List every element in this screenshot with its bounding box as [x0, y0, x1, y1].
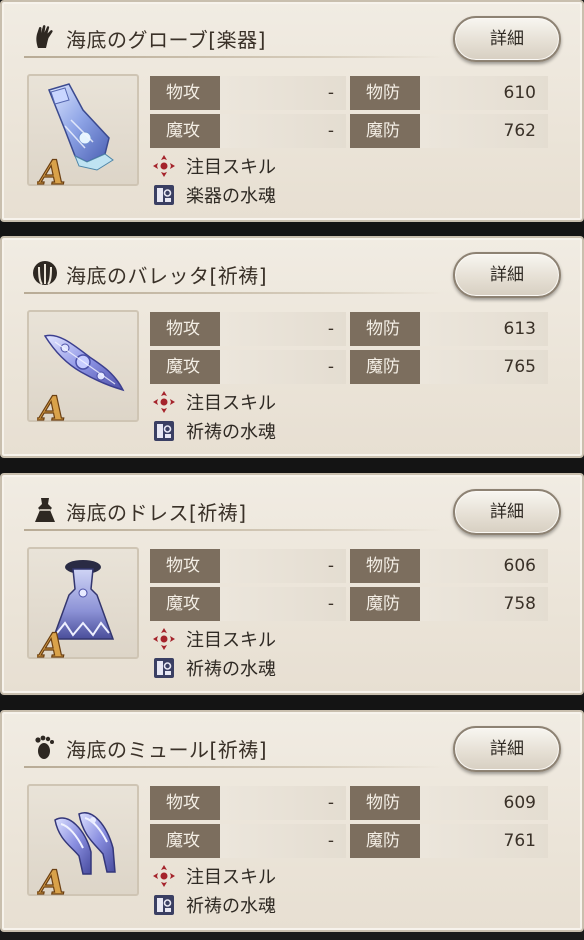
featured-skill-row: 注目スキル: [150, 151, 450, 179]
physical-defense-value: 606: [420, 549, 548, 583]
equipment-card: 海底のバレッタ[祈祷] 詳細 A 物攻 - 物防 613 魔攻 - 魔防 765…: [0, 236, 584, 458]
equipment-card: 海底のドレス[祈祷] 詳細 A 物攻 - 物防 606 魔攻 - 魔防 758 …: [0, 473, 584, 695]
card-header: 海底のドレス[祈祷]: [20, 489, 444, 531]
header-divider: [24, 56, 444, 58]
physical-defense-label: 物防: [350, 76, 420, 110]
detail-button[interactable]: 詳細: [453, 16, 561, 62]
item-name: 海底のグローブ[楽器]: [66, 28, 266, 52]
detail-button[interactable]: 詳細: [453, 489, 561, 535]
soul-skill-row: 楽器の水魂: [150, 180, 450, 208]
soul-skill-name: 楽器の水魂: [186, 186, 276, 207]
card-separator: [0, 459, 584, 473]
magic-attack-label: 魔攻: [150, 587, 220, 621]
physical-defense-label: 物防: [350, 786, 420, 820]
detail-button[interactable]: 詳細: [453, 726, 561, 772]
magic-defense-label: 魔防: [350, 824, 420, 858]
physical-defense-label: 物防: [350, 312, 420, 346]
soul-skill-name: 祈祷の水魂: [186, 422, 276, 443]
card-header: 海底のミュール[祈祷]: [20, 726, 444, 768]
header-divider: [24, 766, 444, 768]
featured-skill-row: 注目スキル: [150, 861, 450, 889]
magic-defense-label: 魔防: [350, 350, 420, 384]
item-thumbnail[interactable]: A: [27, 74, 139, 190]
physical-attack-value: -: [220, 786, 346, 820]
equipment-card: 海底のミュール[祈祷] 詳細 A 物攻 - 物防 609 魔攻 - 魔防 761…: [0, 710, 584, 932]
physical-attack-label: 物攻: [150, 76, 220, 110]
magic-attack-value: -: [220, 587, 346, 621]
physical-defense-value: 609: [420, 786, 548, 820]
physical-defense-value: 613: [420, 312, 548, 346]
item-name: 海底のドレス[祈祷]: [66, 501, 247, 525]
featured-skill-label: 注目スキル: [186, 867, 276, 888]
physical-attack-label: 物攻: [150, 549, 220, 583]
item-thumbnail[interactable]: A: [27, 310, 139, 426]
featured-skill-label: 注目スキル: [186, 630, 276, 651]
card-separator: [0, 222, 584, 236]
soul-book-icon: [154, 658, 174, 678]
soul-book-icon: [154, 895, 174, 915]
footprint-icon: [35, 735, 54, 759]
physical-attack-value: -: [220, 76, 346, 110]
physical-attack-label: 物攻: [150, 312, 220, 346]
featured-skill-row: 注目スキル: [150, 387, 450, 415]
magic-defense-value: 758: [420, 587, 548, 621]
card-separator: [0, 696, 584, 710]
equipment-card: 海底のグローブ[楽器] 詳細 A 物攻 - 物防 610 魔攻 - 魔防 762…: [0, 0, 584, 222]
featured-skill-row: 注目スキル: [150, 624, 450, 652]
rank-a-badge: A: [37, 152, 66, 190]
item-name: 海底のバレッタ[祈祷]: [66, 264, 268, 288]
rank-a-badge: A: [37, 388, 66, 426]
svg-text:A: A: [37, 626, 65, 663]
magic-defense-value: 762: [420, 114, 548, 148]
magic-attack-value: -: [220, 824, 346, 858]
magic-attack-value: -: [220, 350, 346, 384]
magic-attack-label: 魔攻: [150, 114, 220, 148]
item-thumbnail[interactable]: A: [27, 547, 139, 663]
magic-defense-value: 761: [420, 824, 548, 858]
featured-skill-icon: [153, 391, 175, 413]
physical-attack-value: -: [220, 549, 346, 583]
detail-button[interactable]: 詳細: [453, 252, 561, 298]
soul-skill-row: 祈祷の水魂: [150, 416, 450, 444]
svg-text:A: A: [37, 153, 65, 190]
soul-skill-row: 祈祷の水魂: [150, 890, 450, 918]
magic-attack-label: 魔攻: [150, 350, 220, 384]
physical-defense-value: 610: [420, 76, 548, 110]
card-header: 海底のバレッタ[祈祷]: [20, 252, 444, 294]
featured-skill-label: 注目スキル: [186, 393, 276, 414]
equipment-list: 海底のグローブ[楽器] 詳細 A 物攻 - 物防 610 魔攻 - 魔防 762…: [0, 0, 584, 940]
soul-skill-name: 祈祷の水魂: [186, 896, 276, 917]
item-name: 海底のミュール[祈祷]: [66, 738, 268, 762]
rank-a-badge: A: [37, 862, 66, 900]
svg-text:A: A: [37, 863, 65, 900]
magic-attack-label: 魔攻: [150, 824, 220, 858]
featured-skill-icon: [153, 628, 175, 650]
featured-skill-label: 注目スキル: [186, 157, 276, 178]
physical-defense-label: 物防: [350, 549, 420, 583]
featured-skill-icon: [153, 155, 175, 177]
physical-attack-value: -: [220, 312, 346, 346]
header-divider: [24, 529, 444, 531]
soul-skill-name: 祈祷の水魂: [186, 659, 276, 680]
soul-book-icon: [154, 185, 174, 205]
magic-defense-label: 魔防: [350, 587, 420, 621]
soul-book-icon: [154, 421, 174, 441]
dress-icon: [35, 498, 55, 522]
soul-skill-row: 祈祷の水魂: [150, 653, 450, 681]
rank-a-badge: A: [37, 625, 66, 663]
svg-text:A: A: [37, 389, 65, 426]
physical-attack-label: 物攻: [150, 786, 220, 820]
glove-icon: [36, 25, 53, 48]
hair-accessory-icon: [33, 261, 57, 285]
magic-defense-value: 765: [420, 350, 548, 384]
card-header: 海底のグローブ[楽器]: [20, 16, 444, 58]
header-divider: [24, 292, 444, 294]
item-thumbnail[interactable]: A: [27, 784, 139, 900]
featured-skill-icon: [153, 865, 175, 887]
magic-defense-label: 魔防: [350, 114, 420, 148]
magic-attack-value: -: [220, 114, 346, 148]
